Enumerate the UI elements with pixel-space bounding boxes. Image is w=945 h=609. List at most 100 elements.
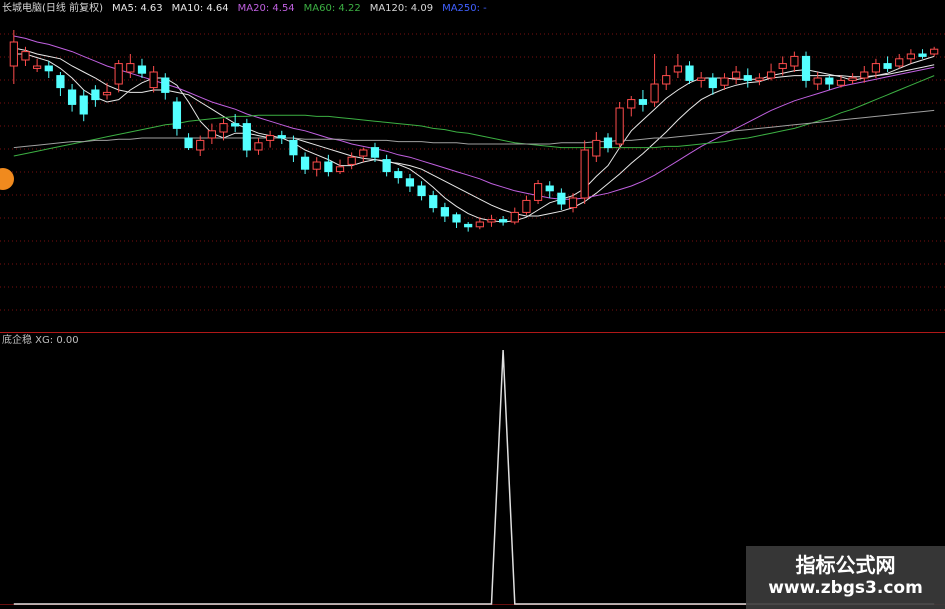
- candle: [359, 147, 368, 162]
- candle-body: [580, 149, 589, 199]
- candle-body: [801, 55, 811, 81]
- candle-body: [91, 89, 100, 101]
- candle-body: [149, 71, 158, 89]
- candle: [592, 132, 601, 162]
- candle: [708, 73, 717, 95]
- candle-body: [790, 55, 799, 67]
- candle-body: [67, 89, 77, 105]
- candle: [102, 82, 112, 100]
- chart-canvas: [0, 30, 945, 605]
- candle-body: [848, 77, 857, 81]
- candle-body: [522, 199, 531, 213]
- candle: [638, 90, 648, 112]
- candle: [580, 140, 589, 204]
- candle: [289, 135, 298, 162]
- candle-body: [778, 63, 787, 69]
- candle: [533, 180, 543, 204]
- candle: [720, 73, 729, 90]
- candle: [67, 84, 77, 112]
- watermark-title: 指标公式网: [795, 553, 896, 577]
- candle: [429, 190, 438, 213]
- candle-body: [871, 63, 881, 73]
- candle: [755, 73, 764, 86]
- candle: [266, 130, 275, 148]
- candle-body: [277, 135, 286, 139]
- candle-body: [9, 41, 18, 67]
- candle: [33, 58, 42, 72]
- candle: [662, 66, 671, 90]
- candle: [766, 63, 776, 81]
- candle: [930, 46, 939, 57]
- candle: [499, 216, 508, 226]
- candle: [732, 66, 741, 84]
- candle: [615, 102, 624, 148]
- candle: [918, 49, 927, 59]
- candle: [56, 72, 65, 96]
- candle: [207, 123, 216, 144]
- candle: [254, 138, 263, 155]
- candle-body: [44, 65, 53, 72]
- candle-body: [102, 91, 112, 96]
- watermark-url: www.zbgs3.com: [768, 578, 923, 598]
- candle: [848, 73, 857, 84]
- price-header: 长城电脑(日线 前复权) MA5: 4.63 MA10: 4.64 MA20: 4.5…: [2, 1, 496, 17]
- candle-body: [114, 63, 123, 85]
- candle-body: [219, 123, 228, 133]
- candle: [627, 96, 636, 117]
- candle-body: [21, 51, 30, 61]
- candle: [487, 214, 496, 227]
- candle-body: [137, 65, 147, 74]
- candle-body: [266, 135, 275, 141]
- candle-body: [918, 53, 927, 57]
- candle-body: [499, 219, 508, 223]
- candle: [44, 61, 53, 78]
- candle: [394, 168, 403, 184]
- candle-body: [440, 207, 449, 217]
- candle-body: [161, 77, 170, 93]
- candle: [860, 66, 869, 83]
- candle: [685, 61, 694, 84]
- candle-body: [545, 185, 554, 192]
- stock-title: 长城电脑(日线 前复权): [2, 3, 103, 14]
- candle-body: [638, 99, 648, 105]
- ma120-value: MA120: 4.09: [369, 3, 434, 14]
- candle-body: [720, 77, 729, 86]
- watermark: 指标公式网 www.zbgs3.com: [746, 546, 945, 609]
- candle: [91, 85, 100, 107]
- candle-body: [196, 139, 205, 151]
- candle-body: [603, 137, 613, 149]
- candle: [277, 130, 286, 144]
- candle: [895, 54, 904, 69]
- candle-body: [930, 48, 939, 55]
- candle-body: [370, 147, 380, 158]
- candle-body: [510, 211, 519, 223]
- candle-body: [207, 130, 216, 139]
- ma20-value: MA20: 4.54: [237, 3, 295, 14]
- candlestick-series: [9, 30, 939, 232]
- candle-body: [673, 65, 682, 73]
- candle-body: [347, 156, 356, 165]
- candle: [603, 133, 613, 153]
- candle-body: [33, 65, 42, 69]
- candle: [172, 97, 182, 136]
- candle: [196, 135, 205, 156]
- candle-body: [452, 214, 461, 223]
- candle-body: [895, 58, 904, 67]
- candle-body: [56, 75, 65, 89]
- candle: [522, 195, 531, 215]
- ma250-value: MA250: -: [442, 3, 487, 14]
- candle-body: [650, 83, 659, 103]
- candle: [382, 154, 391, 177]
- candle-body: [289, 139, 298, 156]
- candle: [673, 54, 682, 78]
- candle: [149, 66, 158, 93]
- candle: [452, 212, 461, 228]
- candle-body: [475, 221, 484, 228]
- candle: [335, 159, 345, 174]
- candle: [510, 207, 519, 225]
- grid-lines: [0, 33, 945, 605]
- candle: [825, 75, 834, 90]
- candle: [790, 51, 799, 72]
- candle-body: [592, 139, 601, 157]
- candle-body: [231, 123, 240, 127]
